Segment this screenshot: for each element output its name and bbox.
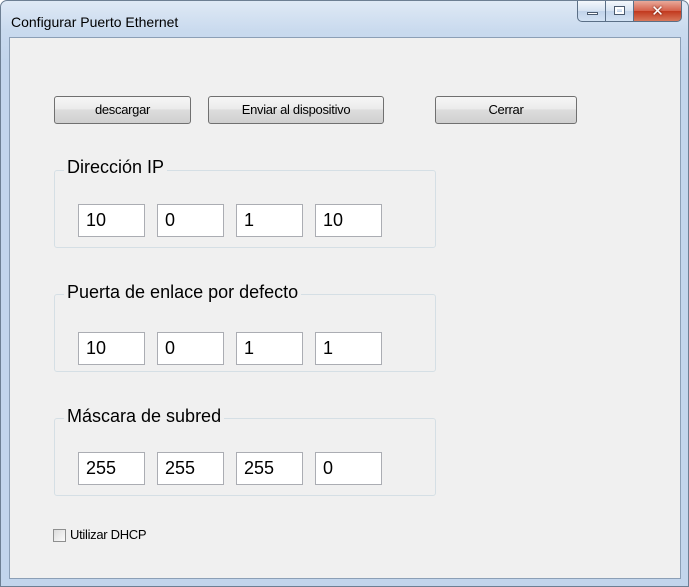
gateway-octet-3-input[interactable]: 1 — [236, 332, 303, 365]
ip-address-legend: Dirección IP — [64, 157, 168, 178]
close-icon: ✕ — [651, 2, 664, 20]
minimize-icon — [587, 12, 598, 15]
ip-octet-4-input[interactable]: 10 — [315, 204, 382, 237]
gateway-octet-2-input[interactable]: 0 — [157, 332, 224, 365]
minimize-button[interactable] — [577, 1, 606, 22]
ip-octet-3-input[interactable]: 1 — [236, 204, 303, 237]
subnet-octet-4-input[interactable]: 0 — [315, 452, 382, 485]
title-bar[interactable]: Configurar Puerto Ethernet ✕ — [1, 1, 688, 37]
subnet-mask-legend: Máscara de subred — [64, 406, 225, 427]
subnet-octet-2-input[interactable]: 255 — [157, 452, 224, 485]
dhcp-checkbox[interactable] — [53, 529, 66, 542]
gateway-octet-4-input[interactable]: 1 — [315, 332, 382, 365]
caption-buttons: ✕ — [577, 1, 682, 23]
gateway-octet-1-input[interactable]: 10 — [78, 332, 145, 365]
send-to-device-button[interactable]: Enviar al dispositivo — [208, 96, 384, 124]
maximize-icon — [614, 6, 625, 15]
dialog-client-area: descargar Enviar al dispositivo Cerrar D… — [9, 37, 681, 579]
maximize-button[interactable] — [606, 1, 634, 22]
window-title: Configurar Puerto Ethernet — [11, 14, 179, 30]
subnet-octet-1-input[interactable]: 255 — [78, 452, 145, 485]
dialog-window: Configurar Puerto Ethernet ✕ descargar E… — [0, 0, 689, 587]
dhcp-label[interactable]: Utilizar DHCP — [70, 527, 147, 542]
download-button[interactable]: descargar — [54, 96, 191, 124]
subnet-octet-3-input[interactable]: 255 — [236, 452, 303, 485]
gateway-legend: Puerta de enlace por defecto — [64, 282, 302, 303]
close-window-button[interactable]: ✕ — [634, 1, 682, 22]
close-button[interactable]: Cerrar — [435, 96, 577, 124]
ip-octet-2-input[interactable]: 0 — [157, 204, 224, 237]
ip-octet-1-input[interactable]: 10 — [78, 204, 145, 237]
